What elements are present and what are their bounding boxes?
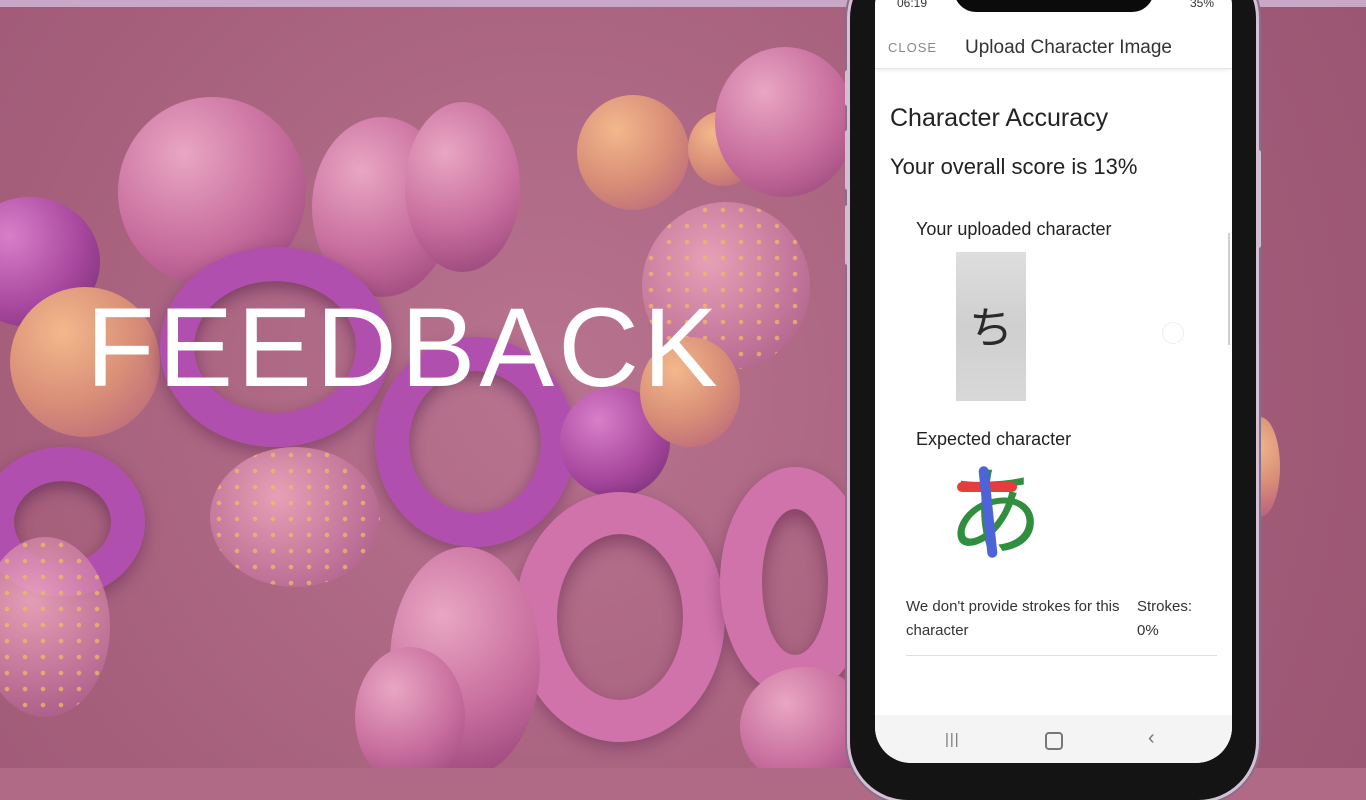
home-icon[interactable] xyxy=(1045,732,1063,750)
scrollbar[interactable] xyxy=(1228,233,1230,345)
slide-title: FEEDBACK xyxy=(86,285,722,410)
back-icon[interactable]: ‹ xyxy=(1148,727,1155,750)
uploaded-glyph: ち xyxy=(969,303,1013,354)
phone-screen: 06:19 35% CLOSE Upload Character Image C… xyxy=(875,0,1232,763)
page-title: Upload Character Image xyxy=(965,37,1172,58)
phone-side-button xyxy=(845,70,850,106)
strokes-label: Strokes: xyxy=(1137,598,1193,615)
decor-torus xyxy=(720,467,870,697)
app-bar: CLOSE Upload Character Image xyxy=(875,12,1232,69)
uploaded-character-image: ち xyxy=(956,252,1026,401)
recent-apps-icon[interactable]: ||| xyxy=(945,731,960,748)
decor-half-sphere xyxy=(405,102,520,272)
phone-side-button xyxy=(845,130,850,190)
decor-sphere xyxy=(577,95,689,210)
divider xyxy=(906,655,1217,656)
android-nav-bar: ||| ‹ xyxy=(875,715,1232,763)
close-button[interactable]: CLOSE xyxy=(888,40,937,55)
strokes-score: Strokes: 0% xyxy=(1137,595,1207,643)
expected-character-image: あ xyxy=(947,458,1047,568)
expected-character-label: Expected character xyxy=(916,429,1072,449)
decor-speckled-sphere xyxy=(210,447,380,587)
status-battery: 35% xyxy=(1189,0,1214,10)
accuracy-heading: Character Accuracy xyxy=(890,104,1109,132)
phone-side-button xyxy=(845,205,850,265)
decor-half-sphere xyxy=(715,47,855,197)
phone-power-button xyxy=(1256,150,1261,248)
strokes-value: 0% xyxy=(1137,622,1159,639)
camera-notch xyxy=(954,0,1154,12)
uploaded-character-label: Your uploaded character xyxy=(916,219,1112,239)
overall-score: Your overall score is 13% xyxy=(890,154,1138,179)
status-bar: 06:19 35% xyxy=(875,0,1232,12)
radio-indicator[interactable] xyxy=(1162,322,1184,344)
status-time: 06:19 xyxy=(897,0,928,10)
decor-torus xyxy=(515,492,725,742)
strokes-message: We don't provide strokes for this charac… xyxy=(906,598,1120,639)
